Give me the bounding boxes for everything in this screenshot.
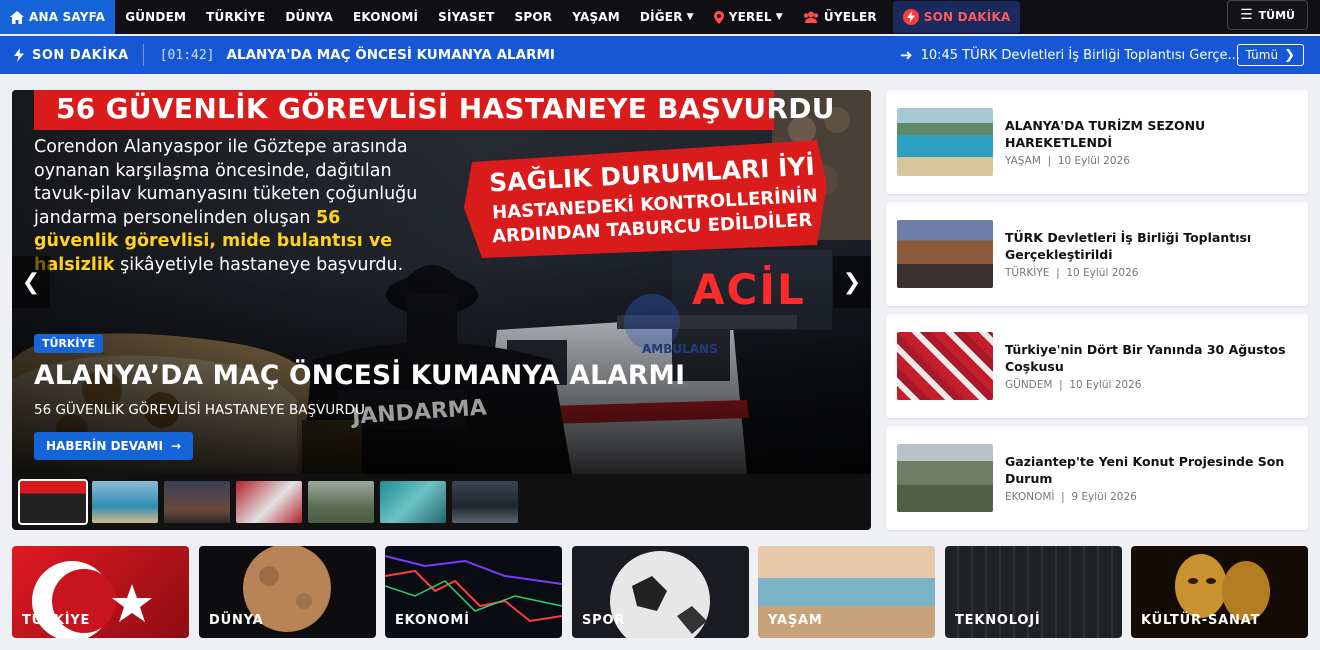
- nav-item-turkiye[interactable]: TÜRKİYE: [196, 0, 275, 34]
- side-news-card[interactable]: Türkiye'nin Dört Bir Yanında 30 Ağustos …: [886, 314, 1308, 418]
- news-title: ALANYA'DA TURİZM SEZONU HAREKETLENDİ: [1005, 118, 1206, 150]
- nav-item-yerel[interactable]: YEREL ▼: [704, 0, 793, 34]
- users-icon: [803, 11, 819, 23]
- news-title: Türkiye'nin Dört Bir Yanında 30 Ağustos …: [1005, 342, 1286, 374]
- ticker-time: [01:42]: [159, 47, 215, 63]
- slider-thumb[interactable]: [92, 481, 158, 523]
- chevron-right-icon: ❯: [1284, 47, 1295, 63]
- top-navigation: ANA SAYFA GÜNDEM TÜRKİYE DÜNYA EKONOMİ S…: [0, 0, 1320, 34]
- nav-item-siyaset[interactable]: SİYASET: [428, 0, 504, 34]
- nav-item-uyeler[interactable]: ÜYELER: [793, 0, 887, 34]
- chevron-right-icon: ❯: [842, 269, 862, 295]
- bolt-icon: [14, 48, 24, 62]
- category-tile-dunya[interactable]: DÜNYA: [199, 546, 376, 638]
- hero-ambulance-text: AMBULANS: [642, 342, 718, 356]
- hero-slide[interactable]: 56 GÜVENLİK GÖREVLİSİ HASTANEYE BAŞVURDU…: [12, 90, 871, 474]
- ticker-headline[interactable]: ALANYA'DA MAÇ ÖNCESİ KUMANYA ALARMI: [227, 47, 555, 63]
- slider-thumbnails: [12, 474, 871, 530]
- arrow-right-icon: ➜: [900, 46, 913, 64]
- category-tile-yasam[interactable]: YAŞAM: [758, 546, 935, 638]
- slider-thumb[interactable]: [18, 479, 88, 525]
- category-tile-ekonomi[interactable]: EKONOMİ: [385, 546, 562, 638]
- hero-subtitle: 56 GÜVENLİK GÖREVLİSİ HASTANEYE BAŞVURDU: [34, 402, 365, 418]
- nav-item-yasam[interactable]: YAŞAM: [562, 0, 630, 34]
- ticker-next-item[interactable]: ➜ 10:45 TÜRK Devletleri İş Birliği Topla…: [900, 36, 1240, 74]
- hero-title[interactable]: ALANYA’DA MAÇ ÖNCESİ KUMANYA ALARMI: [34, 360, 685, 391]
- side-news-card[interactable]: TÜRK Devletleri İş Birliği Toplantısı Ge…: [886, 202, 1308, 306]
- news-thumbnail: [897, 220, 993, 288]
- slider-thumb[interactable]: [164, 481, 230, 523]
- news-title: Gaziantep'te Yeni Konut Projesinde Son D…: [1005, 454, 1285, 486]
- news-thumbnail: [897, 108, 993, 176]
- category-tile-spor[interactable]: SPOR: [572, 546, 749, 638]
- hero-body-text: Corendon Alanyaspor ile Göztepe arasında…: [34, 137, 418, 275]
- breaking-news-ticker: SON DAKİKA [01:42] ALANYA'DA MAÇ ÖNCESİ …: [0, 36, 1320, 74]
- arrow-right-icon: →: [170, 439, 181, 453]
- news-meta: YAŞAM | 10 Eylül 2026: [1005, 155, 1130, 167]
- chevron-down-icon: ▼: [686, 12, 694, 22]
- ticker-all-button[interactable]: Tümü ❯: [1236, 44, 1304, 66]
- chevron-left-icon: ❮: [21, 269, 41, 295]
- read-more-button[interactable]: HABERİN DEVAMI →: [34, 432, 193, 460]
- nav-item-home[interactable]: ANA SAYFA: [0, 0, 116, 34]
- nav-item-spor[interactable]: SPOR: [505, 0, 563, 34]
- hero-category-badge[interactable]: TÜRKİYE: [34, 334, 104, 353]
- slider-next-button[interactable]: ❯: [833, 256, 871, 308]
- slider-thumb[interactable]: [380, 481, 446, 523]
- news-title: TÜRK Devletleri İş Birliği Toplantısı Ge…: [1005, 230, 1252, 262]
- nav-item-dunya[interactable]: DÜNYA: [275, 0, 343, 34]
- category-tile-kultur-sanat[interactable]: KÜLTÜR-SANAT: [1131, 546, 1308, 638]
- category-tile-turkiye[interactable]: TÜRKİYE: [12, 546, 189, 638]
- hero-acil-sign: ACİL: [692, 265, 806, 314]
- side-news-card[interactable]: ALANYA'DA TURİZM SEZONU HAREKETLENDİ YAŞ…: [886, 90, 1308, 194]
- map-pin-icon: [713, 10, 724, 24]
- nav-item-ekonomi[interactable]: EKONOMİ: [343, 0, 428, 34]
- ticker-divider: [142, 44, 144, 66]
- news-meta: TÜRKİYE | 10 Eylül 2026: [1005, 267, 1139, 279]
- slider-prev-button[interactable]: ❮: [12, 256, 50, 308]
- hero-banner-text: 56 GÜVENLİK GÖREVLİSİ HASTANEYE BAŞVURDU: [56, 92, 835, 125]
- chevron-down-icon: ▼: [775, 12, 783, 22]
- news-meta: GÜNDEM | 10 Eylül 2026: [1005, 379, 1142, 391]
- slider-thumb[interactable]: [236, 481, 302, 523]
- news-meta: EKONOMİ | 9 Eylül 2026: [1005, 491, 1137, 503]
- hamburger-icon: ☰: [1240, 7, 1253, 23]
- side-news-card[interactable]: Gaziantep'te Yeni Konut Projesinde Son D…: [886, 426, 1308, 530]
- home-icon: [10, 10, 24, 24]
- nav-item-diger[interactable]: DİĞER ▼: [630, 0, 704, 34]
- ticker-label: SON DAKİKA: [0, 48, 143, 63]
- news-thumbnail: [897, 444, 993, 512]
- slider-thumb[interactable]: [308, 481, 374, 523]
- nav-item-son-dakika[interactable]: SON DAKİKA: [892, 1, 1021, 33]
- headline-slider: 56 GÜVENLİK GÖREVLİSİ HASTANEYE BAŞVURDU…: [12, 90, 871, 530]
- nav-item-gundem[interactable]: GÜNDEM: [115, 0, 196, 34]
- slider-thumb[interactable]: [452, 481, 518, 523]
- news-thumbnail: [897, 332, 993, 400]
- all-menu-button[interactable]: ☰ TÜMÜ: [1227, 0, 1308, 30]
- bolt-icon: [902, 9, 919, 25]
- category-tile-teknoloji[interactable]: TEKNOLOJİ: [945, 546, 1122, 638]
